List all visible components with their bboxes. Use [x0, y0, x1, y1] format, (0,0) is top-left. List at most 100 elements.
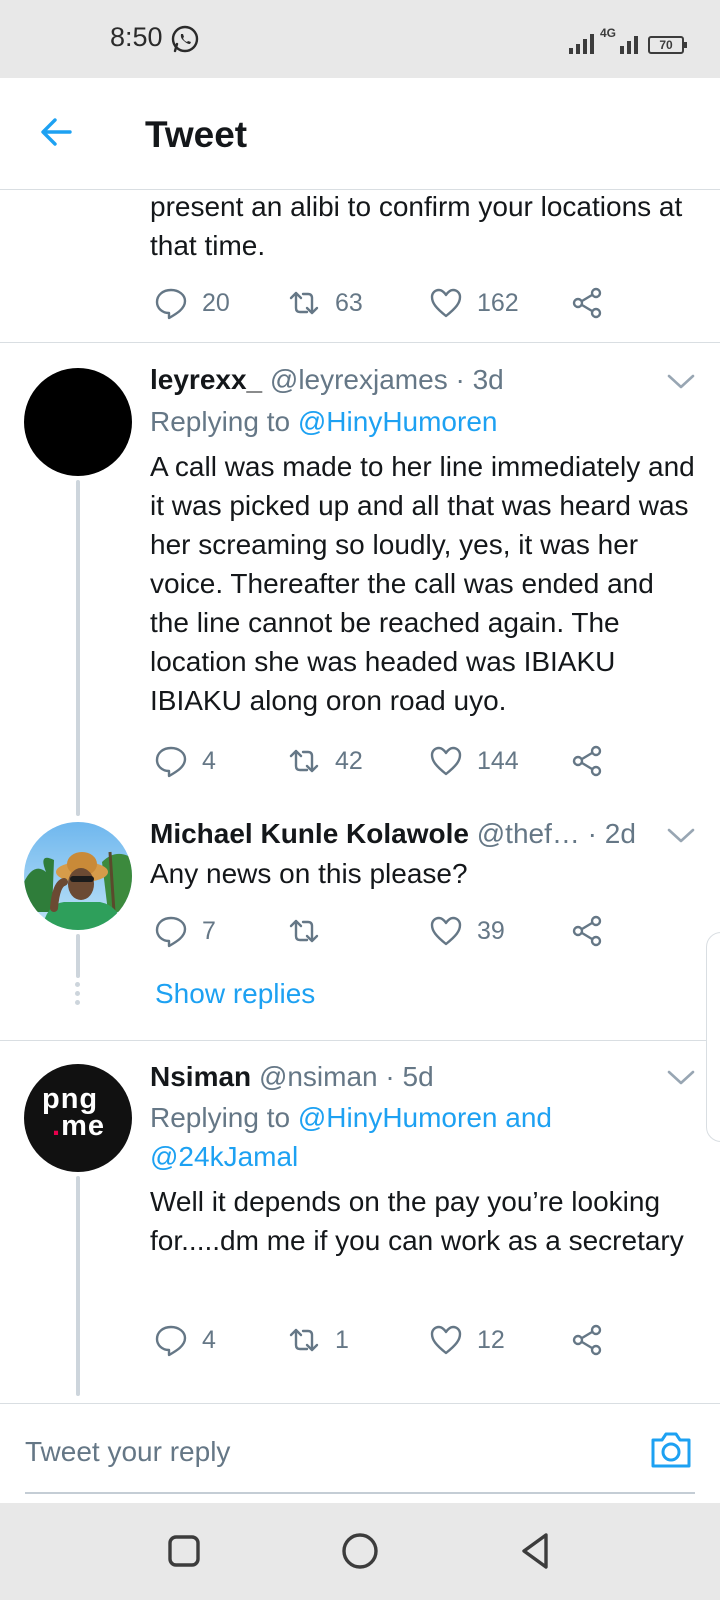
divider	[0, 342, 720, 343]
reply-count: 20	[202, 288, 230, 317]
tweet-text: Well it depends on the pay you’re lookin…	[150, 1186, 684, 1256]
like-button[interactable]: 39	[429, 911, 505, 951]
show-replies-link[interactable]: Show replies	[155, 978, 315, 1010]
mention-link[interactable]: @HinyHumoren	[298, 406, 498, 437]
reply-count: 4	[202, 746, 216, 775]
reply-button[interactable]: 4	[154, 1320, 216, 1360]
like-count: 144	[477, 746, 519, 775]
retweet-icon	[289, 749, 319, 773]
reply-button[interactable]: 20	[154, 283, 230, 323]
app-header: Tweet	[0, 78, 720, 190]
share-button[interactable]	[570, 283, 604, 323]
divider	[0, 1040, 720, 1041]
like-button[interactable]: 162	[429, 283, 519, 323]
timestamp: · 2d	[587, 818, 636, 849]
heart-icon	[430, 916, 462, 946]
tweet-actions: 7 39	[150, 911, 620, 951]
network-type: 4G	[600, 26, 617, 40]
tweet-meta: Michael Kunle Kolawole @thef… · 2d	[150, 816, 636, 852]
tweet-text: present an alibi to confirm your locatio…	[150, 191, 683, 261]
share-button[interactable]	[570, 741, 604, 781]
tweet-text: Any news on this please?	[150, 858, 468, 889]
signal-icon	[569, 32, 594, 54]
input-underline	[25, 1492, 695, 1494]
heart-icon	[430, 288, 462, 318]
handle: @thef…	[476, 818, 580, 849]
reply-button[interactable]: 7	[154, 911, 216, 951]
avatar-logo: png .me	[42, 1083, 105, 1142]
replying-to: Replying to @HinyHumoren and @24kJamal	[150, 1102, 552, 1172]
tweet-actions: 4 1 12	[150, 1320, 620, 1360]
retweet-button[interactable]	[287, 911, 335, 951]
share-button[interactable]	[570, 1320, 604, 1360]
handle: @leyrexjames	[269, 364, 448, 395]
heart-icon	[430, 1325, 462, 1355]
reply-button[interactable]: 4	[154, 741, 216, 781]
tweet-meta: leyrexx_ @leyrexjames · 3d	[150, 362, 504, 398]
thread-line	[76, 480, 80, 816]
timestamp: · 3d	[455, 364, 504, 395]
like-button[interactable]: 144	[429, 741, 519, 781]
retweet-count: 63	[335, 288, 363, 317]
share-icon	[572, 915, 602, 947]
tweet-actions: 4 42 144	[150, 741, 620, 781]
status-indicators: 4G 70	[569, 22, 687, 54]
reply-count: 4	[202, 1325, 216, 1354]
share-icon	[572, 1324, 602, 1356]
reply-icon	[155, 288, 187, 320]
like-button[interactable]: 12	[429, 1320, 505, 1360]
reply-icon	[155, 1325, 187, 1357]
retweet-count: 42	[335, 746, 363, 775]
thread-line	[76, 934, 80, 978]
chevron-down-icon[interactable]	[666, 372, 696, 392]
home-icon[interactable]	[340, 1531, 380, 1571]
camera-icon[interactable]	[649, 1430, 693, 1470]
like-count: 162	[477, 288, 519, 317]
thread-line	[76, 1176, 80, 1396]
like-count: 12	[477, 1325, 505, 1354]
status-bar: 8:50 4G 70	[0, 0, 720, 78]
back-nav-icon[interactable]	[516, 1531, 556, 1571]
retweet-icon	[289, 1328, 319, 1352]
retweet-button[interactable]: 1	[287, 1320, 349, 1360]
display-name[interactable]: Nsiman	[150, 1061, 251, 1092]
reply-composer: Tweet your reply	[0, 1403, 720, 1503]
display-name[interactable]: leyrexx_	[150, 364, 262, 395]
retweet-count: 1	[335, 1325, 349, 1354]
thread-dots	[75, 982, 81, 1005]
chevron-down-icon[interactable]	[666, 826, 696, 846]
share-icon	[572, 287, 602, 319]
share-button[interactable]	[570, 911, 604, 951]
reply-icon	[155, 746, 187, 778]
tweet-text: A call was made to her line immediately …	[150, 451, 695, 716]
recent-apps-icon[interactable]	[164, 1531, 204, 1571]
chevron-down-icon[interactable]	[666, 1068, 696, 1088]
retweet-icon	[289, 919, 319, 943]
reply-input[interactable]: Tweet your reply	[25, 1436, 230, 1468]
status-time: 8:50	[110, 22, 163, 52]
reply-count: 7	[202, 916, 216, 945]
avatar-photo	[24, 822, 132, 930]
share-icon	[572, 745, 602, 777]
avatar[interactable]	[24, 368, 132, 476]
timestamp: · 5d	[385, 1061, 434, 1092]
tweet-meta: Nsiman @nsiman · 5d	[150, 1059, 434, 1095]
edge-handle[interactable]	[706, 932, 720, 1142]
handle: @nsiman	[258, 1061, 378, 1092]
display-name[interactable]: Michael Kunle Kolawole	[150, 818, 469, 849]
avatar[interactable]	[24, 822, 132, 930]
whatsapp-icon	[171, 25, 199, 53]
heart-icon	[430, 746, 462, 776]
reply-icon	[155, 916, 187, 948]
signal-icon-2	[620, 32, 638, 54]
avatar[interactable]: png .me	[24, 1064, 132, 1172]
tweet-actions: 20 63 162	[150, 283, 620, 323]
replying-to: Replying to @HinyHumoren	[150, 406, 498, 437]
back-arrow-icon[interactable]	[36, 112, 76, 152]
page-title: Tweet	[145, 114, 248, 155]
retweet-button[interactable]: 63	[287, 283, 363, 323]
battery-icon: 70	[648, 36, 687, 54]
retweet-button[interactable]: 42	[287, 741, 363, 781]
retweet-icon	[289, 291, 319, 315]
like-count: 39	[477, 916, 505, 945]
